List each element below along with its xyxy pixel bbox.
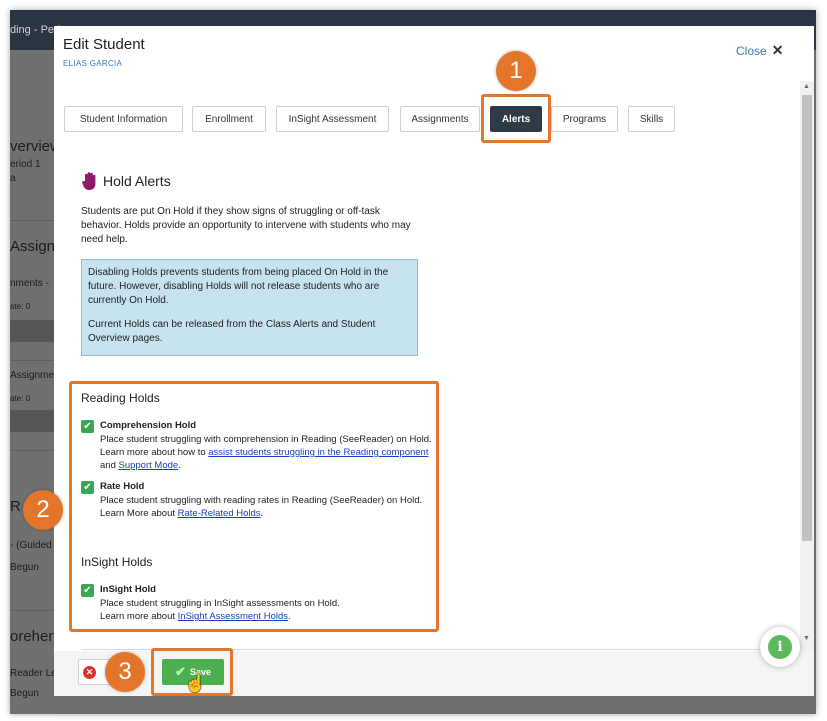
scroll-up-icon[interactable]: ▲ <box>803 83 810 90</box>
step-badge-2: 2 <box>23 490 63 530</box>
hold-info-box: Disabling Holds prevents students from b… <box>81 259 418 356</box>
bg-text: eriod 1 <box>10 159 41 170</box>
info-paragraph: Disabling Holds prevents students from b… <box>88 267 389 306</box>
save-button-highlight <box>151 648 233 696</box>
bg-text: - (Guided <box>10 540 52 551</box>
bg-text: a <box>10 173 16 184</box>
bg-heading: Assign <box>10 238 56 255</box>
scroll-down-icon[interactable]: ▼ <box>803 635 810 642</box>
tab-programs[interactable]: Programs <box>551 106 618 132</box>
bg-heading: R <box>10 498 21 515</box>
tab-assignments[interactable]: Assignments <box>400 106 480 132</box>
bg-text: Begun <box>10 688 39 699</box>
hold-alerts-title: Hold Alerts <box>103 173 171 189</box>
close-icon: ✕ <box>771 42 784 58</box>
info-paragraph: Current Holds can be released from the C… <box>88 319 376 344</box>
student-name: ELIAS GARCIA <box>63 59 123 68</box>
step-badge-3: 3 <box>105 652 145 692</box>
background-page: verview eriod 1 a Assign nments - ate: 0… <box>10 50 64 714</box>
bg-text: ate: 0 <box>10 302 31 311</box>
bg-text: ate: 0 <box>10 394 31 403</box>
bg-text: Reader Le <box>10 668 57 679</box>
scrollbar-thumb[interactable] <box>802 95 812 541</box>
tab-skills[interactable]: Skills <box>628 106 675 132</box>
tab-insight-assessment[interactable]: InSight Assessment <box>276 106 389 132</box>
hold-alerts-description: Students are put On Hold if they show si… <box>81 206 411 245</box>
modal-title: Edit Student <box>63 36 145 53</box>
breadcrumb: ding - Peri <box>10 24 61 36</box>
bg-text: Assignme <box>10 370 54 381</box>
info-icon: i <box>768 635 792 659</box>
hand-icon <box>82 172 96 190</box>
tab-enrollment[interactable]: Enrollment <box>192 106 266 132</box>
cancel-icon: ✕ <box>83 665 96 679</box>
tab-student-information[interactable]: Student Information <box>64 106 183 132</box>
step-badge-1: 1 <box>496 51 536 91</box>
holds-highlight <box>69 381 439 632</box>
alerts-tab-highlight <box>481 94 551 143</box>
info-button[interactable]: i <box>760 627 800 667</box>
close-label: Close <box>736 43 767 58</box>
bg-text: Begun <box>10 562 39 573</box>
scrollbar[interactable]: ▲ ▼ <box>800 81 814 651</box>
hold-alerts-header: Hold Alerts <box>81 171 171 191</box>
close-button[interactable]: Close ✕ <box>736 42 783 59</box>
bg-text: nments - <box>10 278 49 289</box>
